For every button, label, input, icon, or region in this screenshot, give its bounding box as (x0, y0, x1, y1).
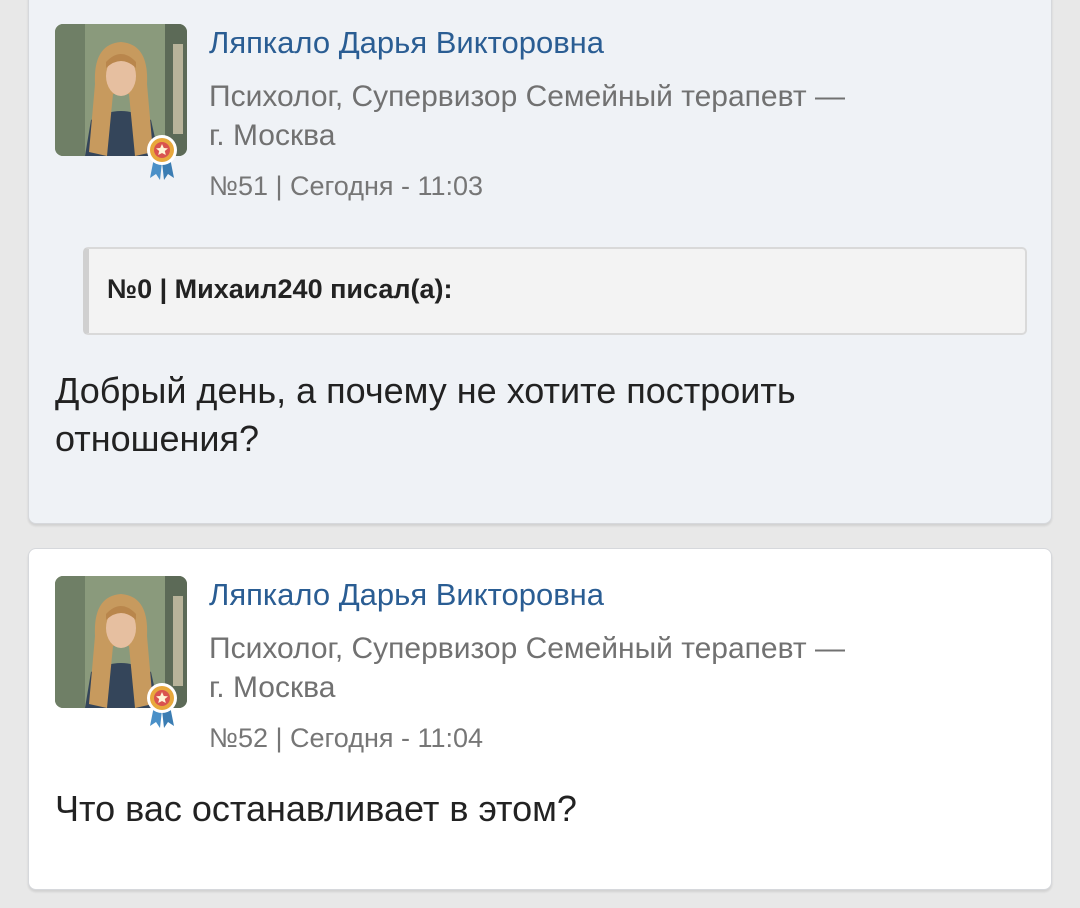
post-body-line: Добрый день, а почему не хотите построит… (55, 370, 796, 411)
post-meta[interactable]: №51 | Сегодня - 11:03 (209, 171, 483, 202)
award-badge-icon (146, 134, 178, 180)
post-body-line: отношения? (55, 418, 260, 459)
author-location: г. Москва (209, 671, 336, 704)
author-title: Психолог, Супервизор Семейный терапевт —… (209, 77, 969, 155)
author-title: Психолог, Супервизор Семейный терапевт —… (209, 629, 969, 707)
author-title-line: Психолог, Супервизор Семейный терапевт — (209, 80, 845, 113)
author-name-link[interactable]: Ляпкало Дарья Викторовна (209, 577, 604, 613)
author-name-link[interactable]: Ляпкало Дарья Викторовна (209, 25, 604, 61)
forum-post-52: Ляпкало Дарья Викторовна Психолог, Супер… (28, 548, 1052, 890)
award-badge-icon (146, 682, 178, 728)
quote-header[interactable]: №0 | Михаил240 писал(а): (107, 274, 453, 305)
post-body: Добрый день, а почему не хотите построит… (55, 367, 1015, 463)
quote-block: №0 | Михаил240 писал(а): (83, 247, 1027, 335)
forum-post-51: Ляпкало Дарья Викторовна Психолог, Супер… (28, 0, 1052, 524)
post-body-line: Что вас останавливает в этом? (55, 788, 577, 829)
author-location: г. Москва (209, 119, 336, 152)
author-title-line: Психолог, Супервизор Семейный терапевт — (209, 632, 845, 665)
post-body: Что вас останавливает в этом? (55, 785, 1015, 833)
post-meta[interactable]: №52 | Сегодня - 11:04 (209, 723, 483, 754)
